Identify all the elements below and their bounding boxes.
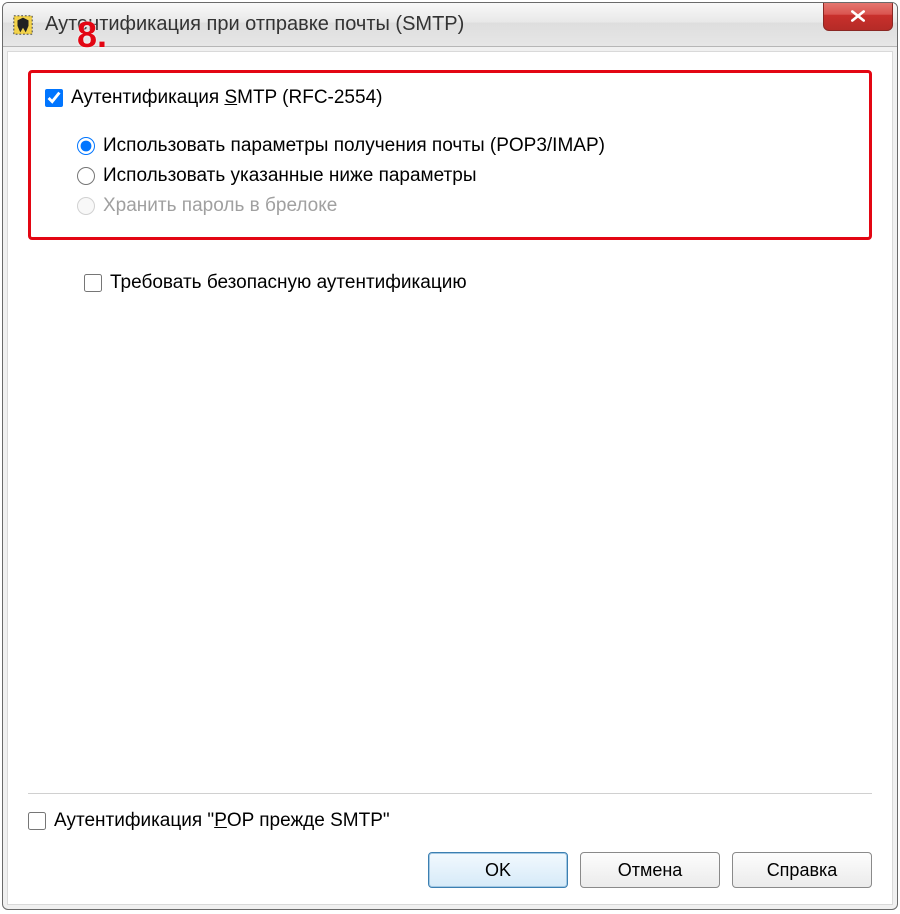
spacer: [28, 298, 872, 785]
close-button[interactable]: [823, 2, 893, 31]
close-icon: [849, 9, 867, 23]
pop-before-smtp-label: Аутентификация "POP прежде SMTP": [54, 810, 390, 832]
dialog-content: Аутентификация SMTP (RFC-2554) Использов…: [7, 51, 893, 905]
button-row: OK Отмена Справка: [28, 840, 872, 888]
ok-button[interactable]: OK: [428, 852, 568, 888]
help-button[interactable]: Справка: [732, 852, 872, 888]
radio-use-below-label: Использовать указанные ниже параметры: [103, 165, 476, 187]
require-secure-auth-label: Требовать безопасную аутентификацию: [110, 272, 467, 294]
radio-use-below[interactable]: Использовать указанные ниже параметры: [77, 161, 855, 191]
radio-use-pop-imap[interactable]: Использовать параметры получения почты (…: [77, 131, 855, 161]
require-secure-auth-row-wrapper: Требовать безопасную аутентификацию: [28, 248, 872, 298]
smtp-auth-group-highlight: Аутентификация SMTP (RFC-2554) Использов…: [28, 70, 872, 240]
cancel-button[interactable]: Отмена: [580, 852, 720, 888]
radio-keychain-label: Хранить пароль в брелоке: [103, 195, 337, 217]
window-title: Аутентификация при отправке почты (SMTP): [45, 13, 464, 36]
smtp-auth-checkbox-row[interactable]: Аутентификация SMTP (RFC-2554): [45, 83, 855, 113]
radio-keychain-input: [77, 197, 95, 215]
radio-keychain: Хранить пароль в брелоке: [77, 191, 855, 221]
pop-before-smtp-row[interactable]: Аутентификация "POP прежде SMTP": [28, 806, 872, 840]
titlebar: Аутентификация при отправке почты (SMTP): [3, 3, 897, 47]
smtp-auth-label: Аутентификация SMTP (RFC-2554): [71, 87, 382, 109]
radio-use-below-input[interactable]: [77, 167, 95, 185]
require-secure-auth-checkbox[interactable]: [84, 274, 102, 292]
radio-use-pop-imap-input[interactable]: [77, 137, 95, 155]
smtp-auth-checkbox[interactable]: [45, 89, 63, 107]
dialog-window: Аутентификация при отправке почты (SMTP)…: [2, 2, 898, 910]
radio-use-pop-imap-label: Использовать параметры получения почты (…: [103, 135, 605, 157]
divider: [28, 793, 872, 794]
app-icon: [11, 13, 35, 37]
pop-before-smtp-checkbox[interactable]: [28, 812, 46, 830]
smtp-auth-radio-group: Использовать параметры получения почты (…: [45, 113, 855, 221]
require-secure-auth-row[interactable]: Требовать безопасную аутентификацию: [84, 268, 872, 298]
